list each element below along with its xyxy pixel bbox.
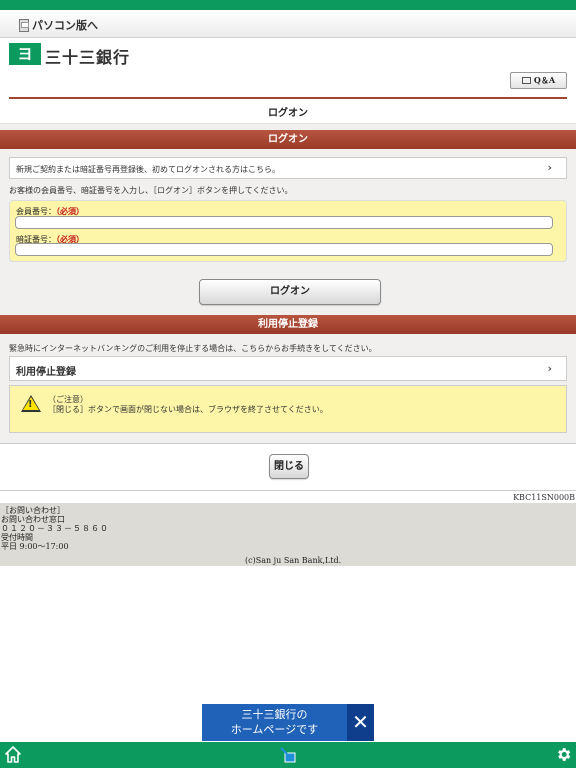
gear-icon[interactable] xyxy=(555,746,572,763)
member-number-label-text: 会員番号： xyxy=(16,207,56,216)
logon-section-header: ログオン xyxy=(0,130,576,149)
pin-input[interactable] xyxy=(15,243,553,256)
pc-version-label: パソコン版へ xyxy=(32,19,98,32)
banner-text: 三十三銀行の ホームページです xyxy=(202,707,347,737)
suspension-link[interactable]: 利用停止登録 › xyxy=(9,356,567,381)
qa-button-label: Q＆A xyxy=(533,75,556,85)
banner-close-icon[interactable]: ✕ xyxy=(347,704,374,741)
new-contract-link-label: 新規ご契約または暗証番号再登録後、初めてログオンされる方はこちら。 xyxy=(16,165,280,174)
bank-name: 三十三銀行 xyxy=(45,48,131,67)
bank-logo-mark-icon: ヨ xyxy=(9,43,41,65)
banner-line2: ホームページです xyxy=(230,723,319,736)
suspension-link-label: 利用停止登録 xyxy=(16,367,76,378)
homepage-banner[interactable]: 三十三銀行の ホームページです ✕ xyxy=(202,704,374,741)
suspension-section-header: 利用停止登録 xyxy=(0,315,576,334)
qa-button[interactable]: Q＆A xyxy=(510,72,567,89)
required-mark: （必須） xyxy=(56,206,84,216)
status-strip xyxy=(0,0,576,10)
logon-button[interactable]: ログオン xyxy=(199,279,381,305)
chevron-right-icon: › xyxy=(547,362,552,375)
logon-instruction: お客様の会員番号、暗証番号を入力し、［ログオン］ボタンを押してください。 xyxy=(9,186,293,195)
logon-form: 会員番号：（必須） 暗証番号：（必須） xyxy=(9,200,567,262)
close-button[interactable]: 閉じる xyxy=(269,454,309,479)
window-icon xyxy=(521,77,531,84)
pc-version-bar: パソコン版へ xyxy=(0,10,576,38)
home-icon[interactable] xyxy=(5,746,21,764)
chevron-right-icon: › xyxy=(547,161,552,174)
close-area: 閉じる xyxy=(0,443,576,491)
pc-version-link[interactable]: パソコン版へ xyxy=(19,17,98,33)
footer: ［お問い合わせ］ お問い合わせ窓口 ０１２０－３３－５８６０ 受付時間 平日 9… xyxy=(0,503,576,566)
link-icon[interactable] xyxy=(280,747,296,763)
new-contract-link[interactable]: 新規ご契約または暗証番号再登録後、初めてログオンされる方はこちら。 › xyxy=(9,157,567,179)
suspension-description: 緊急時にインターネットバンキングのご利用を停止する場合は、こちらからお手続きをし… xyxy=(9,344,377,353)
member-number-input[interactable] xyxy=(15,216,553,229)
bank-logo: ヨ 三十三銀行 xyxy=(0,38,576,72)
screen-id: KBC11SN000B xyxy=(513,493,575,502)
copyright: (c)San ju San Bank,Ltd. xyxy=(245,556,342,565)
title-divider xyxy=(9,97,567,99)
warning-mark: ! xyxy=(28,399,33,410)
caution-box: ! （ご注意） ［閉じる］ボタンで画面が閉じない場合は、ブラウザを終了させてくだ… xyxy=(9,385,567,433)
bottom-toolbar xyxy=(0,742,576,768)
page-title: ログオン xyxy=(268,108,308,119)
banner-line1: 三十三銀行の xyxy=(241,708,308,721)
content-area xyxy=(0,124,576,491)
pc-icon xyxy=(19,18,29,32)
caution-text: ［閉じる］ボタンで画面が閉じない場合は、ブラウザを終了させてください。 xyxy=(48,405,328,414)
hours: 平日 9:00～17:00 xyxy=(1,542,69,551)
